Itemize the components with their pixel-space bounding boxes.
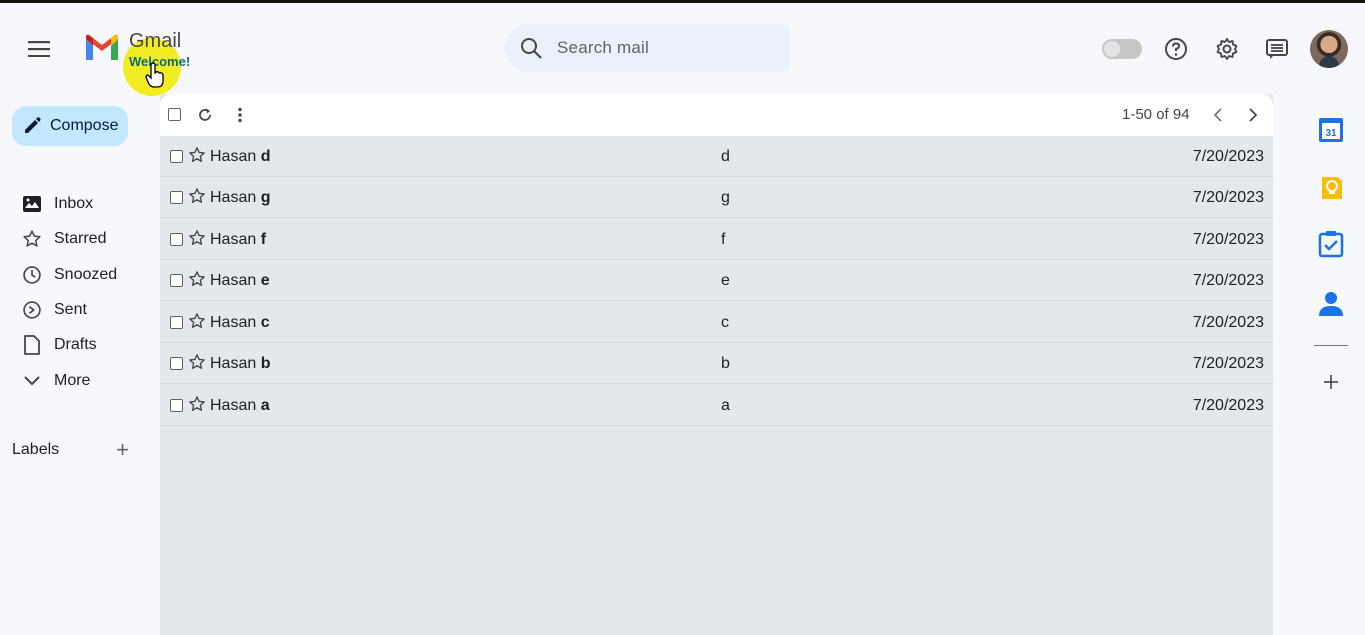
email-subject: a <box>721 397 730 414</box>
star-icon[interactable] <box>188 229 206 247</box>
email-subject: e <box>721 272 730 289</box>
star-icon[interactable] <box>188 146 206 164</box>
email-checkbox[interactable] <box>170 357 183 370</box>
email-checkbox[interactable] <box>170 150 183 163</box>
sidebar-item-label: Inbox <box>54 195 94 212</box>
search-input[interactable]: Search mail <box>557 38 649 58</box>
email-subject: d <box>721 148 730 165</box>
email-checkbox[interactable] <box>170 316 183 329</box>
tasks-check-icon[interactable] <box>1316 229 1346 259</box>
sidebar-item-starred[interactable]: Starred <box>22 224 106 254</box>
sidebar-item-drafts[interactable]: Drafts <box>22 330 97 360</box>
sidebar-item-label: Starred <box>54 230 107 247</box>
email-row[interactable]: Hasan g g 7/20/2023 <box>160 177 1273 218</box>
email-date: 7/20/2023 <box>1192 148 1264 165</box>
email-checkbox[interactable] <box>170 233 183 246</box>
chevron-down-icon <box>22 376 42 386</box>
labels-section-header: Labels + <box>12 437 132 463</box>
sidebar-item-sent[interactable]: Sent <box>22 295 87 325</box>
add-label-plus-icon[interactable]: + <box>116 437 132 463</box>
email-row[interactable]: Hasan c c 7/20/2023 <box>160 302 1273 343</box>
rail-divider <box>1314 345 1348 346</box>
send-icon <box>22 300 42 320</box>
list-toolbar <box>160 94 1273 136</box>
star-icon[interactable] <box>188 353 206 371</box>
clock-icon <box>22 265 42 285</box>
sidebar-item-label: Sent <box>54 301 87 318</box>
email-date: 7/20/2023 <box>1192 272 1264 289</box>
email-sender: Hasan g <box>210 189 271 206</box>
search-icon[interactable] <box>505 36 557 60</box>
email-sender: Hasan a <box>210 397 270 414</box>
gmail-logo-icon[interactable] <box>84 33 120 63</box>
help-icon[interactable] <box>1163 36 1189 62</box>
top-border <box>0 0 1365 3</box>
contacts-person-icon[interactable] <box>1316 288 1346 318</box>
email-sender: Hasan b <box>210 355 271 372</box>
email-row[interactable]: Hasan f f 7/20/2023 <box>160 219 1273 260</box>
email-row[interactable]: Hasan e e 7/20/2023 <box>160 260 1273 301</box>
settings-gear-icon[interactable] <box>1214 36 1240 62</box>
sidebar-item-label: Drafts <box>54 336 97 353</box>
hand-pointer-icon <box>145 62 164 88</box>
sidebar-item-label: More <box>54 372 91 389</box>
compose-button[interactable]: Compose <box>12 106 128 146</box>
brand-name: Gmail <box>129 30 182 52</box>
email-sender: Hasan e <box>210 272 270 289</box>
sidebar-item-snoozed[interactable]: Snoozed <box>22 260 117 290</box>
star-icon <box>22 229 42 249</box>
sidebar-item-label: Snoozed <box>54 266 118 283</box>
pagination-text: 1-50 of 94 <box>1122 106 1190 123</box>
get-addons-plus-icon[interactable] <box>1316 367 1346 397</box>
star-icon[interactable] <box>188 395 206 413</box>
keep-lightbulb-icon[interactable] <box>1316 173 1346 203</box>
older-chevron-right-icon[interactable] <box>1242 104 1264 126</box>
refresh-icon[interactable] <box>194 104 216 126</box>
select-all-checkbox[interactable] <box>168 108 181 121</box>
inbox-icon <box>22 196 42 212</box>
email-date: 7/20/2023 <box>1192 355 1264 372</box>
email-date: 7/20/2023 <box>1192 397 1264 414</box>
search-bar[interactable]: Search mail <box>505 24 790 72</box>
email-checkbox[interactable] <box>170 274 183 287</box>
sidebar-item-inbox[interactable]: Inbox <box>22 189 93 219</box>
email-sender: Hasan d <box>210 148 271 165</box>
email-subject: c <box>721 314 729 331</box>
status-toggle[interactable] <box>1102 39 1142 59</box>
star-icon[interactable] <box>188 187 206 205</box>
email-checkbox[interactable] <box>170 191 183 204</box>
email-subject: b <box>721 355 730 372</box>
email-sender: Hasan c <box>210 314 270 331</box>
star-icon[interactable] <box>188 270 206 288</box>
support-chat-icon[interactable] <box>1264 36 1290 62</box>
email-row[interactable]: Hasan d d 7/20/2023 <box>160 136 1273 177</box>
labels-title: Labels <box>12 441 60 458</box>
email-date: 7/20/2023 <box>1192 189 1264 206</box>
sidebar-item-more[interactable]: More <box>22 366 90 396</box>
email-checkbox[interactable] <box>170 399 183 412</box>
hamburger-icon <box>28 41 50 57</box>
star-icon[interactable] <box>188 312 206 330</box>
email-sender: Hasan f <box>210 231 267 248</box>
email-date: 7/20/2023 <box>1192 231 1264 248</box>
email-subject: g <box>721 189 730 206</box>
main-menu-button[interactable] <box>22 32 56 66</box>
more-options-icon[interactable] <box>229 104 251 126</box>
email-date: 7/20/2023 <box>1192 314 1264 331</box>
draft-icon <box>22 335 42 355</box>
email-subject: f <box>721 231 726 248</box>
email-row[interactable]: Hasan b b 7/20/2023 <box>160 343 1273 384</box>
svg-text:31: 31 <box>1325 128 1337 139</box>
calendar-icon[interactable]: 31 <box>1316 115 1346 145</box>
account-avatar[interactable] <box>1310 30 1348 68</box>
pencil-icon <box>25 117 41 133</box>
email-row[interactable]: Hasan a a 7/20/2023 <box>160 385 1273 426</box>
compose-label: Compose <box>50 117 119 134</box>
newer-chevron-left-icon[interactable] <box>1207 104 1229 126</box>
